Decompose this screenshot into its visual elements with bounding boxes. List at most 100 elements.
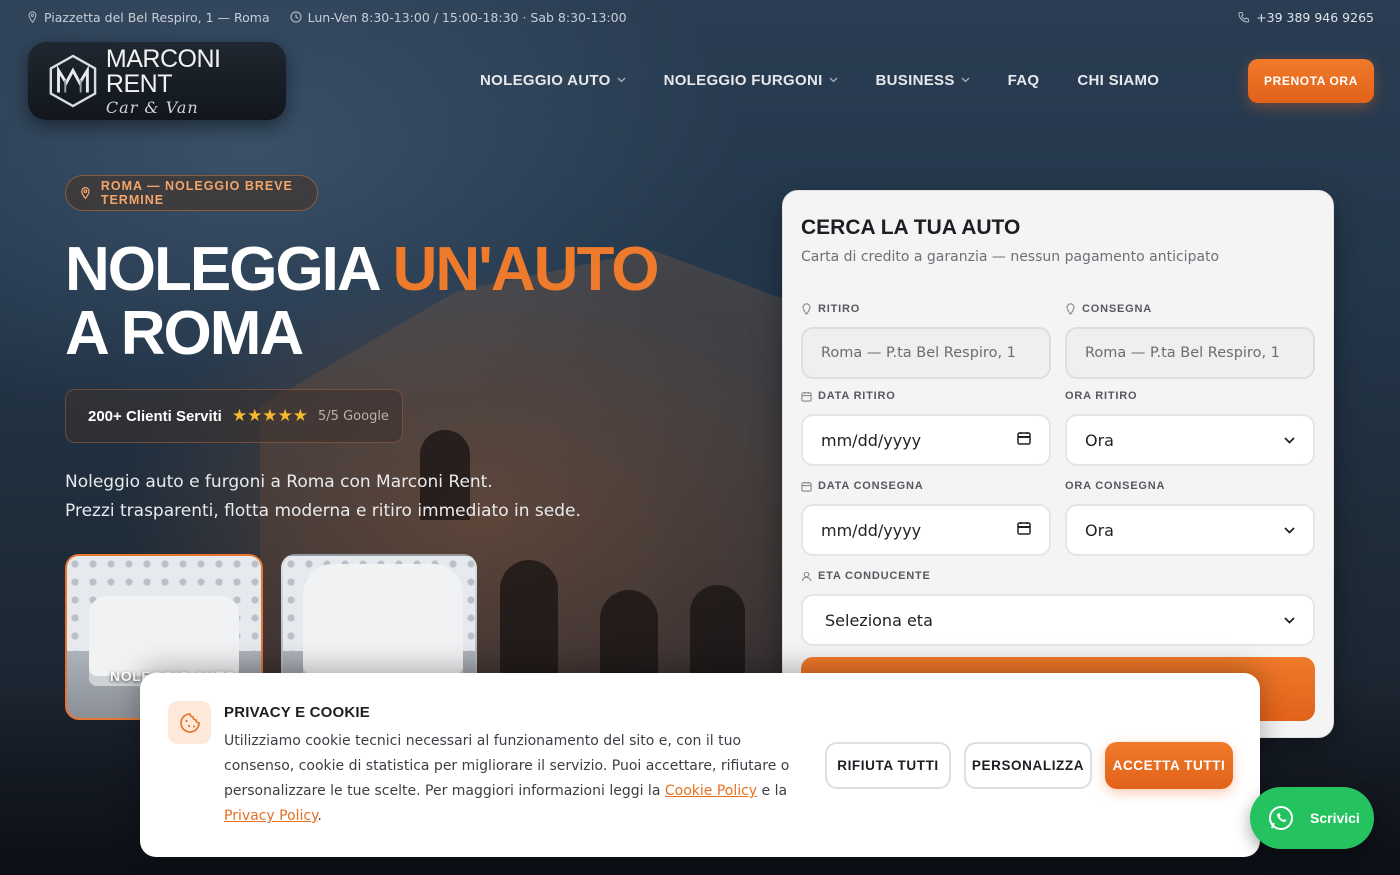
map-pin-icon: [1066, 303, 1075, 315]
cookie-banner: PRIVACY E COOKIE Utilizziamo cookie tecn…: [140, 673, 1260, 857]
pickup-time-select[interactable]: Ora: [1065, 414, 1315, 466]
phone-link[interactable]: +39 389 946 9265: [1238, 10, 1374, 25]
arch: [500, 560, 558, 680]
return-time-label: ORA CONSEGNA: [1065, 480, 1165, 492]
title-part: A ROMA: [65, 299, 304, 368]
nav-noleggio-furgoni[interactable]: NOLEGGIO FURGONI: [664, 70, 838, 90]
prenota-ora-button[interactable]: PRENOTA ORA: [1248, 59, 1374, 103]
return-time-select[interactable]: Ora: [1065, 504, 1315, 556]
badge-text: ROMA — NOLEGGIO BREVE TERMINE: [100, 179, 293, 207]
chevron-down-icon: [617, 75, 626, 85]
page-title: NOLEGGIA UN'AUTO A ROMA: [65, 235, 660, 368]
privacy-policy-link[interactable]: Privacy Policy: [224, 808, 317, 824]
map-pin-icon: [81, 186, 90, 200]
chevron-down-icon: [1284, 523, 1295, 538]
driver-age-select[interactable]: Seleziona eta: [801, 594, 1315, 646]
nav-label: NOLEGGIO FURGONI: [663, 71, 823, 89]
age-label: ETA CONDUCENTE: [801, 570, 931, 582]
field-value: Roma — P.ta Bel Respiro, 1: [1085, 345, 1280, 361]
chevron-down-icon: [829, 75, 838, 85]
user-icon: [801, 571, 812, 581]
pickup-label: RITIRO: [801, 303, 860, 315]
pickup-time-label: ORA RITIRO: [1065, 390, 1137, 402]
return-date-label: DATA CONSEGNA: [801, 480, 924, 492]
hours-item: Lun-Ven 8:30-13:00 / 15:00-18:30 · Sab 8…: [290, 10, 627, 25]
map-pin-icon: [26, 11, 38, 23]
whatsapp-button[interactable]: Scrivici: [1250, 787, 1374, 849]
label-text: DATA CONSEGNA: [818, 480, 924, 492]
search-card: CERCA LA TUA AUTO Carta di credito a gar…: [782, 190, 1334, 738]
hero-lead: Noleggio auto e furgoni a Roma con Marco…: [65, 468, 625, 526]
whatsapp-label: Scrivici: [1310, 810, 1360, 826]
label-text: DATA RITIRO: [818, 390, 896, 402]
accept-all-button[interactable]: ACCETTA TUTTI: [1105, 742, 1233, 789]
cookie-title: PRIVACY E COOKIE: [224, 704, 371, 721]
field-value: Ora: [1085, 430, 1114, 450]
nav-label: NOLEGGIO AUTO: [480, 71, 611, 89]
return-date-input[interactable]: mm/dd/yyyy: [801, 504, 1051, 556]
google-rating: 5/5 Google: [318, 408, 389, 424]
pickup-date-label: DATA RITIRO: [801, 390, 896, 402]
location-badge: ROMA — NOLEGGIO BREVE TERMINE: [65, 175, 318, 211]
logo-tagline: Car & Van: [105, 97, 199, 117]
field-value: Seleziona eta: [825, 610, 933, 630]
calendar-icon[interactable]: [1017, 521, 1031, 539]
phone-text: +39 389 946 9265: [1256, 9, 1374, 25]
logo[interactable]: MARCONI RENT Car & Van: [28, 42, 286, 120]
cookie-text: Utilizziamo cookie tecnici necessari al …: [224, 729, 802, 829]
field-value: mm/dd/yyyy: [821, 430, 922, 450]
nav-label: FAQ: [1007, 71, 1040, 89]
search-title: CERCA LA TUA AUTO: [801, 216, 1021, 239]
pickup-date-input[interactable]: mm/dd/yyyy: [801, 414, 1051, 466]
title-accent: UN'AUTO: [392, 235, 660, 304]
nav-faq[interactable]: FAQ: [1008, 70, 1040, 90]
cookie-conj: e la: [757, 783, 788, 799]
nav-label: BUSINESS: [875, 71, 955, 89]
clients-count: 200+ Clienti Serviti: [88, 407, 222, 425]
lead-line: Noleggio auto e furgoni a Roma con Marco…: [65, 472, 493, 492]
calendar-icon: [801, 391, 812, 402]
star-rating-icon: ★★★★★: [231, 406, 309, 426]
field-value: Roma — P.ta Bel Respiro, 1: [821, 345, 1016, 361]
label-text: CONSEGNA: [1082, 303, 1152, 315]
lead-line: Prezzi trasparenti, flotta moderna e rit…: [65, 501, 581, 521]
pickup-location-field[interactable]: Roma — P.ta Bel Respiro, 1: [801, 327, 1051, 379]
nav-label: CHI SIAMO: [1077, 71, 1160, 89]
label-text: ETA CONDUCENTE: [818, 570, 931, 582]
logo-name: MARCONI RENT: [105, 44, 221, 98]
cookie-end: .: [317, 808, 322, 824]
dropoff-location-field[interactable]: Roma — P.ta Bel Respiro, 1: [1065, 327, 1315, 379]
address-item: Piazzetta del Bel Respiro, 1 — Roma: [26, 10, 270, 25]
clock-icon: [290, 11, 302, 23]
chevron-down-icon: [961, 75, 970, 85]
label-text: ORA CONSEGNA: [1065, 480, 1166, 492]
nav-noleggio-auto[interactable]: NOLEGGIO AUTO: [480, 70, 626, 90]
customize-button[interactable]: PERSONALIZZA: [964, 742, 1092, 789]
label-text: ORA RITIRO: [1065, 390, 1138, 402]
rating-box: 200+ Clienti Serviti ★★★★★ 5/5 Google: [65, 389, 403, 443]
chevron-down-icon: [1284, 613, 1295, 628]
dropoff-label: CONSEGNA: [1065, 303, 1152, 315]
search-subtitle: Carta di credito a garanzia — nessun pag…: [801, 249, 1220, 265]
label-text: RITIRO: [818, 303, 861, 315]
top-info-bar: Piazzetta del Bel Respiro, 1 — Roma Lun-…: [26, 8, 1374, 26]
nav-business[interactable]: BUSINESS: [876, 70, 970, 90]
whatsapp-icon: [1269, 806, 1293, 830]
cookie-policy-link[interactable]: Cookie Policy: [665, 783, 757, 799]
van-image: [303, 564, 463, 684]
field-value: Ora: [1085, 520, 1114, 540]
phone-icon: [1238, 11, 1250, 23]
address-text: Piazzetta del Bel Respiro, 1 — Roma: [44, 9, 270, 25]
cookie-icon: [168, 701, 211, 744]
field-value: mm/dd/yyyy: [821, 520, 922, 540]
chevron-down-icon: [1284, 433, 1295, 448]
title-part: NOLEGGIA: [65, 235, 393, 304]
map-pin-icon: [802, 303, 811, 315]
nav-chi-siamo[interactable]: CHI SIAMO: [1077, 70, 1159, 90]
reject-all-button[interactable]: RIFIUTA TUTTI: [825, 742, 951, 789]
calendar-icon[interactable]: [1017, 431, 1031, 449]
hours-text: Lun-Ven 8:30-13:00 / 15:00-18:30 · Sab 8…: [307, 9, 627, 25]
main-nav: NOLEGGIO AUTO NOLEGGIO FURGONI BUSINESS …: [480, 70, 1197, 90]
calendar-icon: [801, 481, 812, 492]
logo-mark-icon: [49, 54, 97, 108]
